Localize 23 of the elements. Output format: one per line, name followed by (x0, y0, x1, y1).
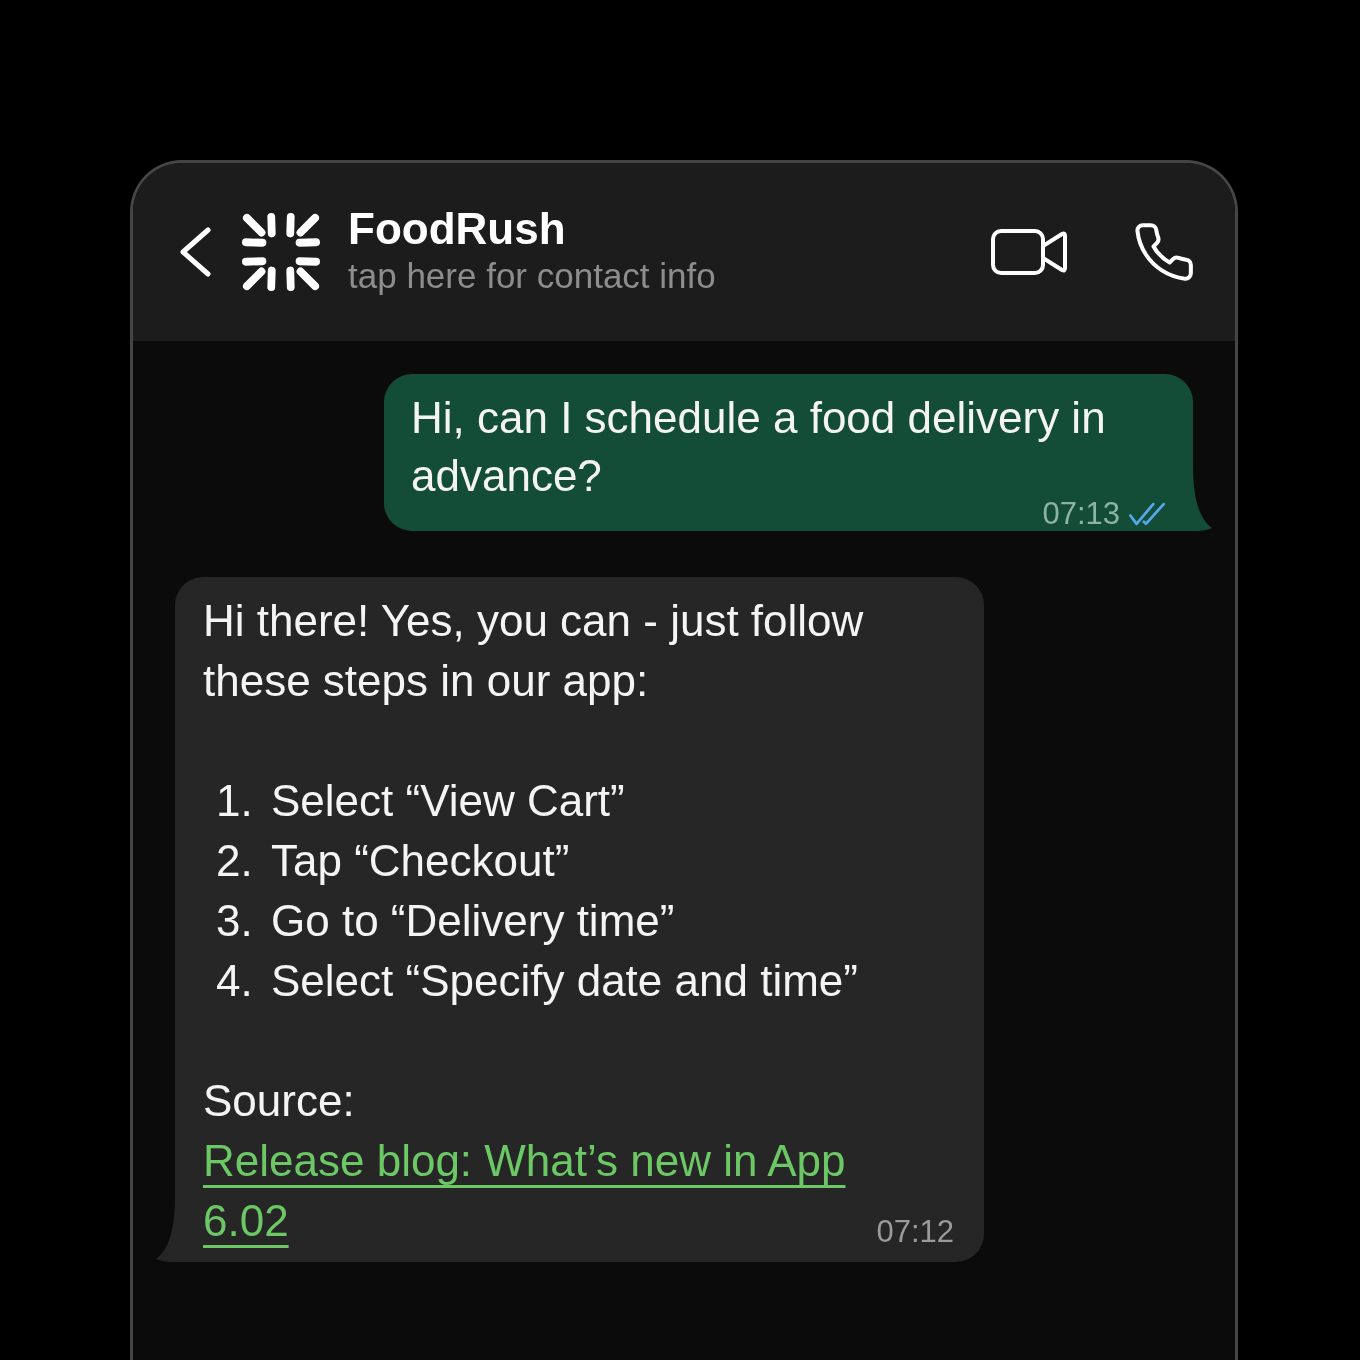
step-text: Select “Specify date and time” (271, 955, 858, 1007)
video-camera-icon (991, 228, 1067, 276)
step-number: 4. (216, 955, 254, 1007)
video-call-button[interactable] (991, 228, 1067, 276)
source-link[interactable]: Release blog: What’s new in App 6.02 (203, 1131, 863, 1251)
voice-call-button[interactable] (1135, 223, 1193, 281)
step-text: Select “View Cart” (271, 775, 625, 827)
step-text: Go to “Delivery time” (271, 895, 675, 947)
message-time: 07:12 (876, 1217, 954, 1247)
back-button[interactable] (178, 226, 212, 278)
step-number: 2. (216, 835, 254, 887)
step-text: Tap “Checkout” (271, 835, 570, 887)
phone-icon (1135, 223, 1193, 281)
source-label: Source: (203, 1075, 355, 1127)
message-text: Hi, can I schedule a food delivery in advance? (411, 393, 1106, 500)
contact-name[interactable]: FoodRush (348, 205, 716, 253)
step-number: 3. (216, 895, 254, 947)
chevron-left-icon (178, 226, 212, 278)
message-text: Hi there! Yes, you can - just follow these steps in our app: (203, 595, 865, 707)
contact-info-hint[interactable]: tap here for contact info (348, 253, 716, 299)
message-time: 07:13 (1042, 501, 1120, 527)
step-number: 1. (216, 775, 254, 827)
logo-icon (242, 213, 320, 291)
